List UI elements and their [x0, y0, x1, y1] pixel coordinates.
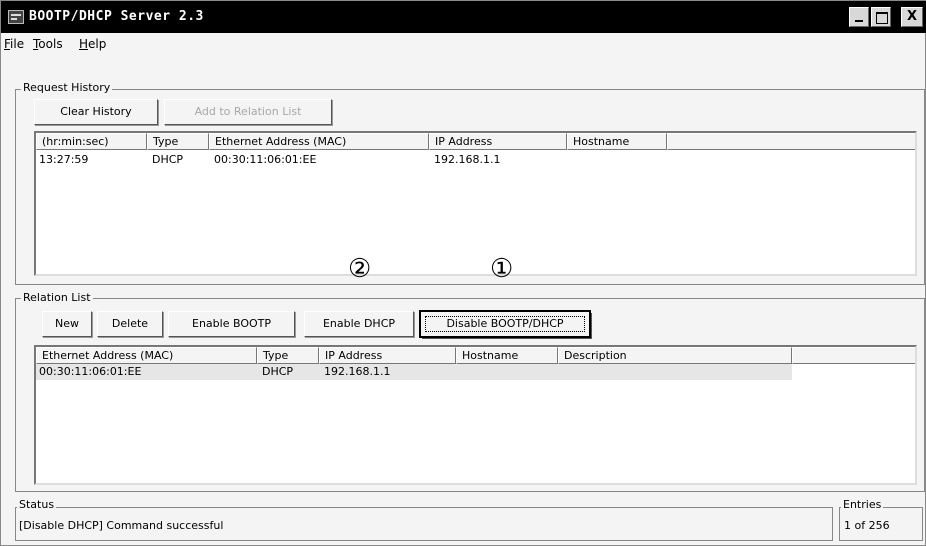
enable-dhcp-button[interactable]: Enable DHCP [304, 311, 414, 337]
callout-marker-2: ② [348, 254, 372, 284]
table-row[interactable]: 00:30:11:06:01:EE DHCP 192.168.1.1 [36, 364, 792, 380]
column-header-time[interactable]: (hr:min:sec) [36, 133, 147, 150]
menu-help[interactable]: Help [79, 37, 106, 51]
row-mac: 00:30:11:06:01:EE [39, 365, 142, 378]
disable-bootp-dhcp-button[interactable]: Disable BOOTP/DHCP [419, 310, 591, 338]
menu-file[interactable]: File [4, 37, 24, 51]
column-header-type[interactable]: Type [257, 347, 319, 364]
status-text: [Disable DHCP] Command successful [19, 519, 224, 532]
column-header-ip[interactable]: IP Address [429, 133, 567, 150]
menu-bar: File Tools Help [1, 33, 925, 55]
relation-list[interactable]: Ethernet Address (MAC) Type IP Address H… [34, 345, 917, 485]
row-type: DHCP [152, 153, 184, 166]
row-ip: 192.168.1.1 [324, 365, 391, 378]
row-mac: 00:30:11:06:01:EE [214, 153, 317, 166]
column-header-mac[interactable]: Ethernet Address (MAC) [36, 347, 257, 364]
menu-tools[interactable]: Tools [33, 37, 63, 51]
application-window: BOOTP/DHCP Server 2.3 X File Tools Help … [0, 0, 926, 546]
status-label: Status [17, 498, 57, 511]
minimize-button[interactable] [849, 7, 869, 27]
column-header-ip[interactable]: IP Address [319, 347, 456, 364]
entries-label: Entries [841, 498, 884, 511]
column-header-mac[interactable]: Ethernet Address (MAC) [209, 133, 429, 150]
add-to-relation-list-button[interactable]: Add to Relation List [164, 99, 332, 125]
request-history-list[interactable]: (hr:min:sec) Type Ethernet Address (MAC)… [34, 131, 917, 276]
callout-marker-1: ① [490, 254, 514, 284]
column-header-filler [792, 347, 915, 364]
close-button[interactable]: X [901, 7, 923, 27]
column-header-hostname[interactable]: Hostname [456, 347, 558, 364]
column-header-hostname[interactable]: Hostname [567, 133, 667, 150]
column-header-type[interactable]: Type [147, 133, 209, 150]
new-button[interactable]: New [42, 311, 92, 337]
row-ip: 192.168.1.1 [434, 153, 501, 166]
column-header-filler [667, 133, 915, 150]
enable-bootp-button[interactable]: Enable BOOTP [168, 311, 295, 337]
entries-count: 1 of 256 [844, 519, 890, 532]
row-type: DHCP [262, 365, 294, 378]
maximize-button[interactable] [871, 7, 891, 27]
clear-history-button[interactable]: Clear History [34, 99, 158, 125]
request-history-label: Request History [21, 81, 113, 94]
relation-list-label: Relation List [21, 291, 93, 304]
window-title: BOOTP/DHCP Server 2.3 [29, 9, 204, 24]
column-header-description[interactable]: Description [558, 347, 792, 364]
app-icon[interactable] [8, 10, 24, 24]
row-time: 13:27:59 [39, 153, 89, 166]
delete-button[interactable]: Delete [97, 311, 163, 337]
focus-rect [425, 316, 585, 332]
title-bar[interactable]: BOOTP/DHCP Server 2.3 X [1, 1, 926, 33]
